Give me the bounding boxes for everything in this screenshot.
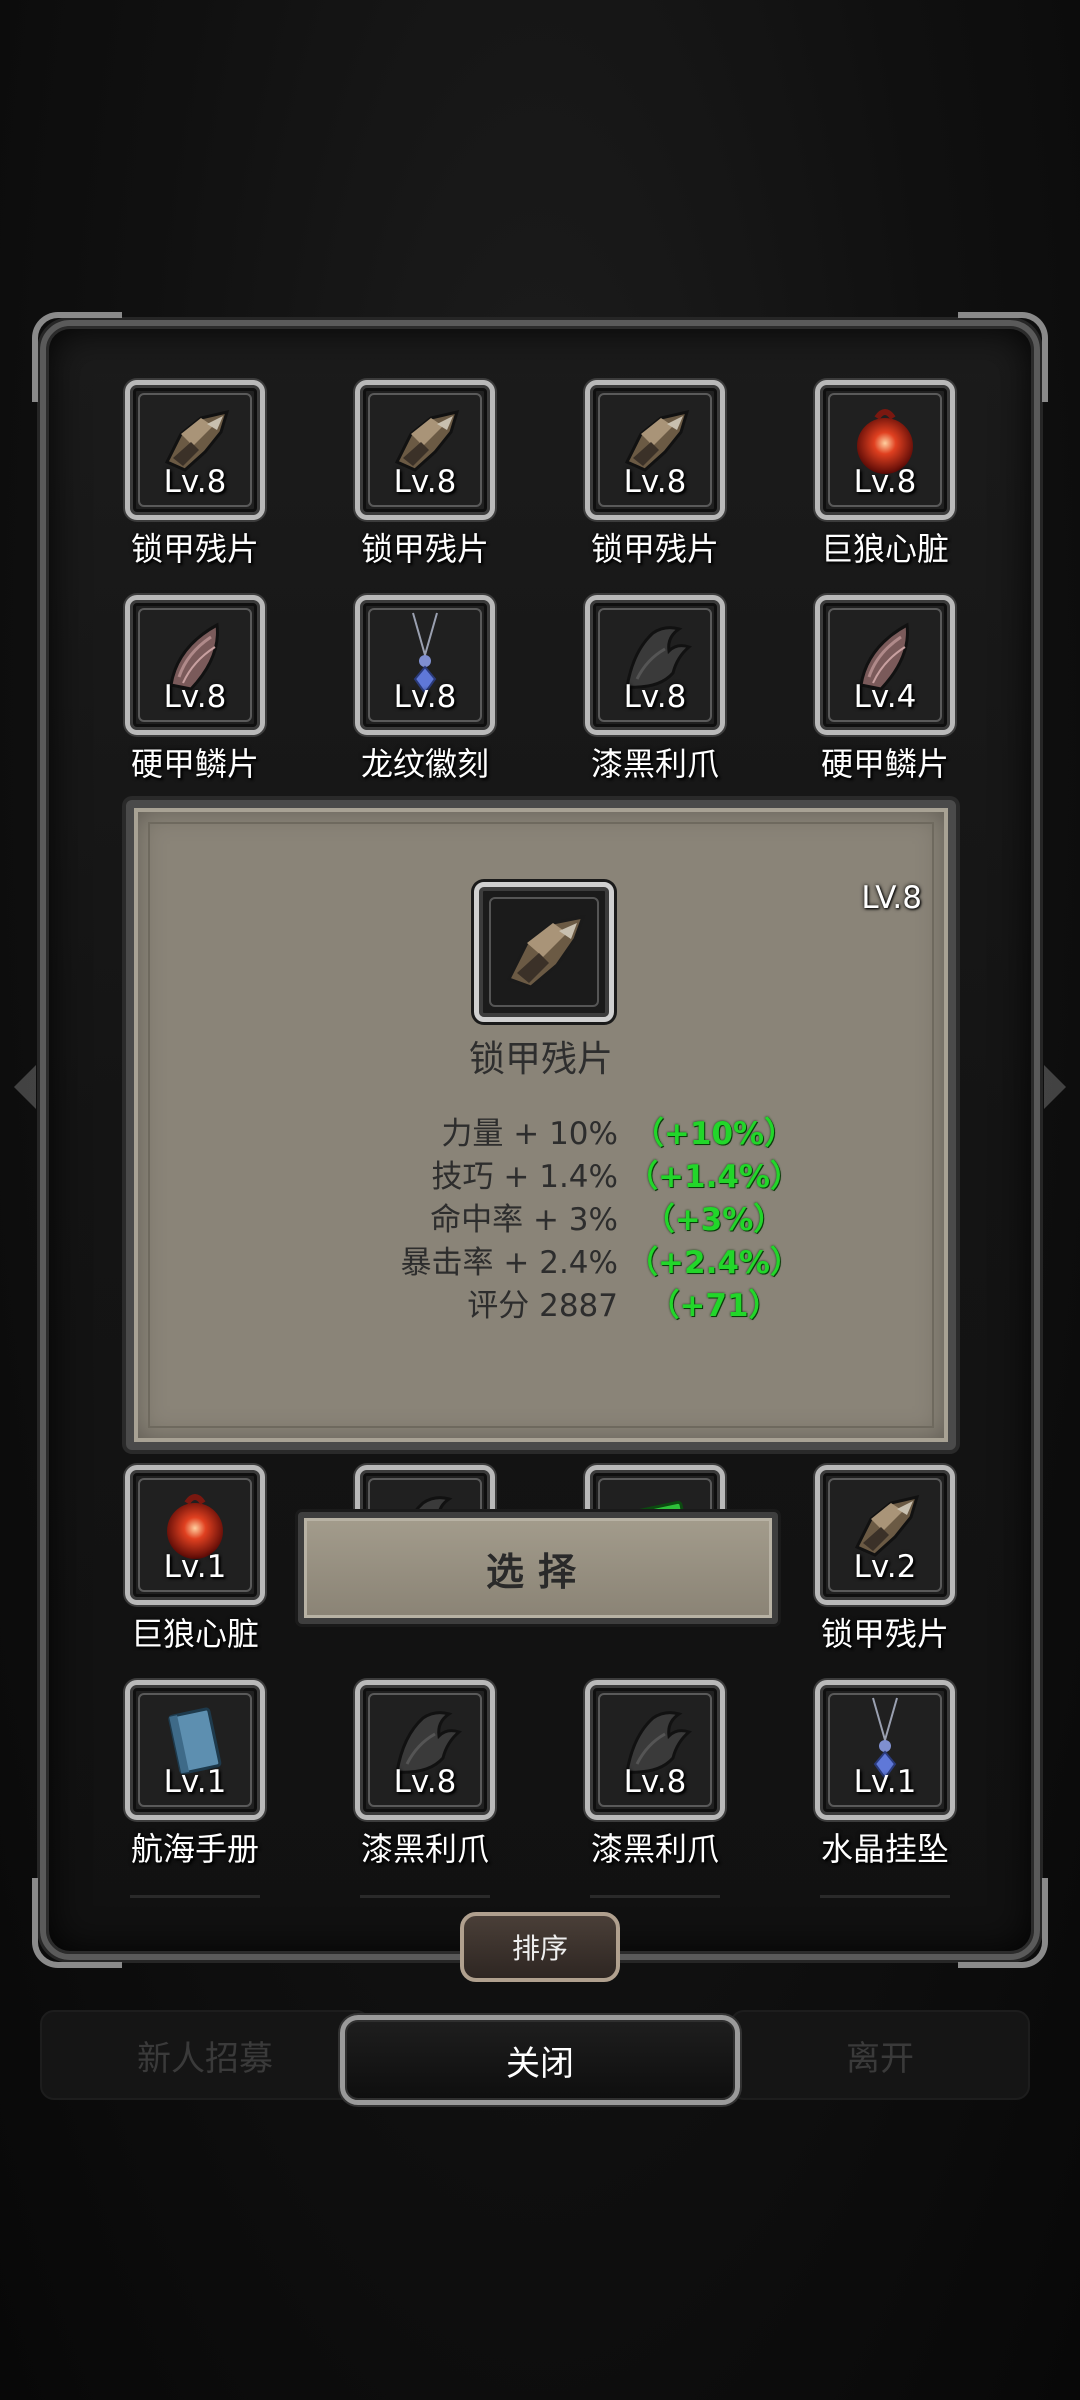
item-name: 水晶挂坠 bbox=[820, 1830, 949, 1868]
leave-button-background: 离开 bbox=[730, 2010, 1030, 2100]
item-level: Lv.1 bbox=[163, 1764, 227, 1800]
ornament-corner-icon bbox=[958, 312, 1048, 402]
divider bbox=[360, 1895, 490, 1898]
stat-label: 命中率 + 3% bbox=[430, 1202, 618, 1238]
item-level: Lv.8 bbox=[393, 464, 457, 500]
stat-row: 评分 2887 （+71） bbox=[134, 1280, 948, 1324]
item-level: Lv.8 bbox=[623, 464, 687, 500]
item-level: Lv.8 bbox=[623, 679, 687, 715]
inventory-slot[interactable]: Lv.8 锁甲残片 bbox=[585, 380, 725, 568]
item-name: 漆黑利爪 bbox=[590, 745, 719, 783]
inventory-slot[interactable]: Lv.1 水晶挂坠 bbox=[815, 1680, 955, 1868]
stat-label: 力量 + 10% bbox=[441, 1116, 618, 1152]
game-screen: 新人招募 离开 Lv.8 锁甲残片 Lv.8 锁甲残片 Lv.8 锁甲残片 Lv.8 巨狼心脏… bbox=[0, 0, 1080, 2400]
select-button[interactable]: 选择 bbox=[298, 1512, 778, 1624]
item-name: 硬甲鳞片 bbox=[820, 745, 949, 783]
stat-bonus: （+1.4%） bbox=[627, 1159, 801, 1195]
item-name: 巨狼心脏 bbox=[820, 530, 949, 568]
item-level: Lv.8 bbox=[163, 464, 227, 500]
stat-row: 命中率 + 3% （+3%） bbox=[134, 1194, 948, 1238]
inventory-slot[interactable]: Lv.4 硬甲鳞片 bbox=[815, 595, 955, 783]
divider bbox=[590, 1895, 720, 1898]
stat-row: 技巧 + 1.4% （+1.4%） bbox=[134, 1151, 948, 1195]
item-name: 漆黑利爪 bbox=[590, 1830, 719, 1868]
item-level: Lv.8 bbox=[393, 1764, 457, 1800]
inventory-slot[interactable]: Lv.8 龙纹徽刻 bbox=[355, 595, 495, 783]
inventory-slot[interactable]: Lv.8 硬甲鳞片 bbox=[125, 595, 265, 783]
item-name: 巨狼心脏 bbox=[130, 1615, 259, 1653]
inventory-slot[interactable]: Lv.8 巨狼心脏 bbox=[815, 380, 955, 568]
stat-bonus: （+2.4%） bbox=[627, 1245, 801, 1281]
inventory-slot[interactable]: Lv.1 航海手册 bbox=[125, 1680, 265, 1868]
detail-item-name: 锁甲残片 bbox=[468, 1039, 613, 1080]
inventory-slot[interactable]: Lv.8 锁甲残片 bbox=[355, 380, 495, 568]
item-level: Lv.8 bbox=[853, 464, 917, 500]
item-name: 锁甲残片 bbox=[820, 1615, 949, 1653]
recruit-button-background: 新人招募 bbox=[40, 2010, 370, 2100]
prev-arrow-icon[interactable] bbox=[14, 1065, 36, 1109]
inventory-slot[interactable]: Lv.8 漆黑利爪 bbox=[355, 1680, 495, 1868]
item-detail-panel: LV.8 锁甲残片 力量 + 10% （+10%） 技巧 + 1.4% （+1.4%）… bbox=[126, 800, 956, 1450]
stat-bonus: （+71） bbox=[648, 1288, 780, 1324]
item-level: Lv.1 bbox=[853, 1764, 917, 1800]
stat-label: 评分 2887 bbox=[467, 1288, 618, 1324]
next-arrow-icon[interactable] bbox=[1044, 1065, 1066, 1109]
item-level: Lv.4 bbox=[853, 679, 917, 715]
divider bbox=[820, 1895, 950, 1898]
item-name: 龙纹徽刻 bbox=[360, 745, 489, 783]
sort-button[interactable]: 排序 bbox=[460, 1912, 620, 1982]
close-button[interactable]: 关闭 bbox=[340, 2015, 740, 2105]
inventory-slot[interactable]: Lv.2 锁甲残片 bbox=[815, 1465, 955, 1653]
divider bbox=[130, 1895, 260, 1898]
item-name: 硬甲鳞片 bbox=[130, 745, 259, 783]
item-name: 锁甲残片 bbox=[360, 530, 489, 568]
ornament-corner-icon bbox=[958, 1878, 1048, 1968]
stat-row: 暴击率 + 2.4% （+2.4%） bbox=[134, 1237, 948, 1281]
item-name: 漆黑利爪 bbox=[360, 1830, 489, 1868]
inventory-slot[interactable]: Lv.8 锁甲残片 bbox=[125, 380, 265, 568]
stat-label: 技巧 + 1.4% bbox=[431, 1159, 618, 1195]
stat-row: 力量 + 10% （+10%） bbox=[134, 1108, 948, 1152]
item-level: Lv.2 bbox=[853, 1549, 917, 1585]
item-name: 航海手册 bbox=[130, 1830, 259, 1868]
inventory-slot[interactable]: Lv.1 巨狼心脏 bbox=[125, 1465, 265, 1653]
armor-fragment-icon bbox=[474, 882, 614, 1022]
item-level: Lv.8 bbox=[163, 679, 227, 715]
inventory-slot[interactable]: Lv.8 漆黑利爪 bbox=[585, 595, 725, 783]
item-level: Lv.1 bbox=[163, 1549, 227, 1585]
stat-bonus: （+3%） bbox=[643, 1202, 785, 1238]
item-level: Lv.8 bbox=[623, 1764, 687, 1800]
ornament-corner-icon bbox=[32, 1878, 122, 1968]
detail-level: LV.8 bbox=[861, 880, 922, 916]
item-level: Lv.8 bbox=[393, 679, 457, 715]
item-name: 锁甲残片 bbox=[590, 530, 719, 568]
item-name: 锁甲残片 bbox=[130, 530, 259, 568]
ornament-corner-icon bbox=[32, 312, 122, 402]
stat-label: 暴击率 + 2.4% bbox=[400, 1245, 618, 1281]
stat-bonus: （+10%） bbox=[632, 1116, 796, 1152]
inventory-slot[interactable]: Lv.8 漆黑利爪 bbox=[585, 1680, 725, 1868]
